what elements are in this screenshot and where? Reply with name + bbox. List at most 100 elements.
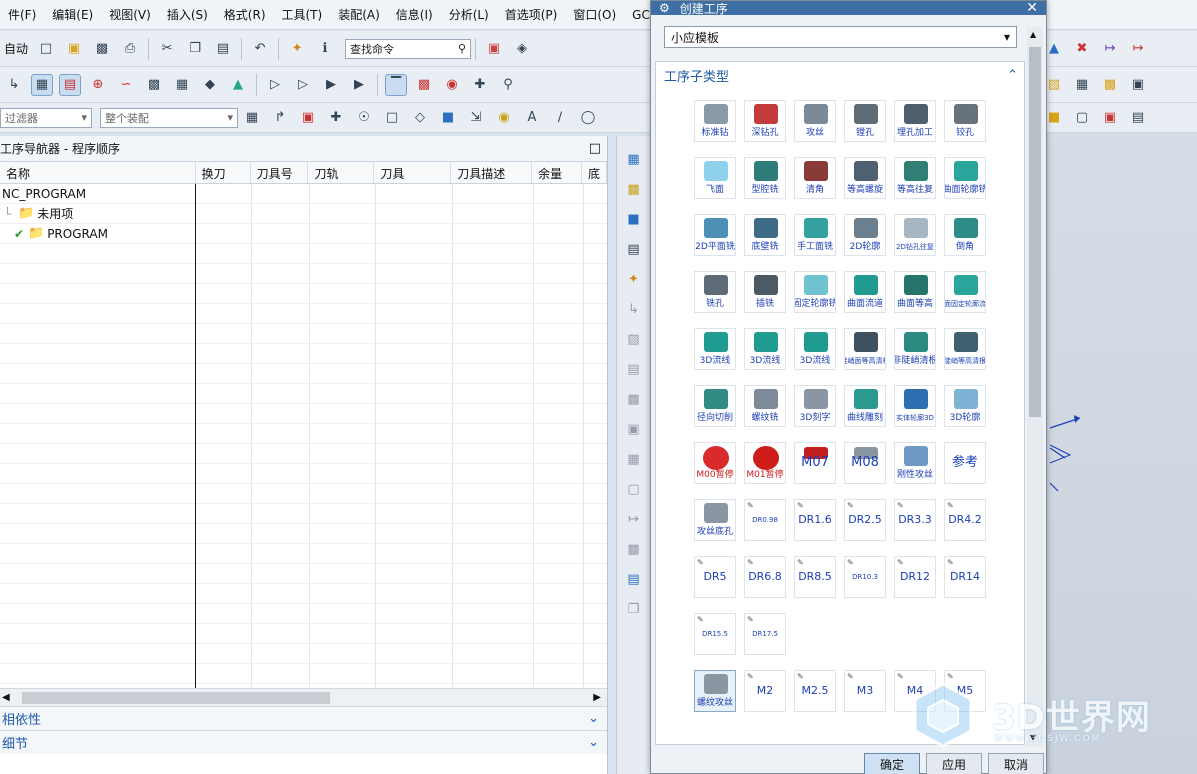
- assembly-dropdown[interactable]: 整个装配 ▾: [100, 107, 238, 128]
- column-header-name[interactable]: 名称: [0, 162, 196, 183]
- tool-tab-icon[interactable]: ▩: [623, 538, 645, 560]
- document-tab-icon[interactable]: ▤: [623, 568, 645, 590]
- operation-subtype-item[interactable]: 螺纹铣: [744, 385, 786, 427]
- operation-subtype-item[interactable]: ✎ DR5: [694, 556, 736, 598]
- operation-subtype-item[interactable]: ✎ DR4.2: [944, 499, 986, 541]
- edge-icon[interactable]: ⇲: [465, 107, 487, 129]
- operation-subtype-item[interactable]: ✎ DR15.5: [694, 613, 736, 655]
- menu-item[interactable]: 视图(V): [101, 6, 159, 23]
- paste-icon[interactable]: ▤: [212, 38, 234, 60]
- history-tab-icon[interactable]: ▤: [623, 238, 645, 260]
- menu-item[interactable]: 窗口(O): [565, 6, 624, 23]
- arrow-icon[interactable]: ↦: [1127, 38, 1149, 60]
- create-method-icon[interactable]: ▲: [227, 74, 249, 96]
- scrollbar-thumb[interactable]: [21, 691, 330, 704]
- menu-item[interactable]: 信息(I): [388, 6, 441, 23]
- chevron-up-icon[interactable]: ⌃: [1007, 68, 1018, 83]
- cube-icon[interactable]: ■: [437, 107, 459, 129]
- pattern-tab-icon[interactable]: ▢: [623, 478, 645, 500]
- line-icon[interactable]: ∕: [549, 107, 571, 129]
- operation-subtype-item[interactable]: ✎ DR1.6: [794, 499, 836, 541]
- menu-item[interactable]: 插入(S): [159, 6, 216, 23]
- web-tab-icon[interactable]: ▩: [623, 388, 645, 410]
- manufacturing-icon[interactable]: ↳: [3, 74, 25, 96]
- operation-subtype-item[interactable]: 曲面等高: [894, 271, 936, 313]
- dialog-vertical-scrollbar[interactable]: ▲ ▼: [1027, 27, 1043, 747]
- operation-subtype-item[interactable]: ✎ DR14: [944, 556, 986, 598]
- menu-item[interactable]: 格式(R): [216, 6, 274, 23]
- menu-item[interactable]: 件(F): [0, 6, 44, 23]
- new-file-icon[interactable]: □: [35, 38, 57, 60]
- circle-icon[interactable]: ◯: [577, 107, 599, 129]
- operation-subtype-item[interactable]: ✎ DR0.98: [744, 499, 786, 541]
- command-search-input[interactable]: 查找命令 ⚲: [345, 38, 472, 59]
- operation-subtype-item[interactable]: 曲面轮廓铣: [944, 157, 986, 199]
- column-header-tool[interactable]: 刀具: [374, 162, 452, 183]
- menu-item[interactable]: 编辑(E): [44, 6, 101, 23]
- fit-view-icon[interactable]: ▣: [483, 38, 505, 60]
- scroll-up-icon[interactable]: ▲: [1030, 30, 1036, 39]
- operation-subtype-item[interactable]: 曲线雕刻: [844, 385, 886, 427]
- tree-row-unused-items[interactable]: └ 📁 未用项: [0, 204, 607, 224]
- tree-row-program[interactable]: ✔ 📁 PROGRAM: [0, 224, 607, 244]
- scrollbar-thumb[interactable]: [1029, 47, 1041, 417]
- operation-subtype-item[interactable]: 非陡峭清根: [894, 328, 936, 370]
- open-folder-icon[interactable]: ▣: [63, 38, 85, 60]
- operation-subtype-item[interactable]: M08: [844, 442, 886, 484]
- operation-subtype-item[interactable]: 陡峭等高清根: [944, 328, 986, 370]
- program-order-view-icon[interactable]: ▦: [31, 73, 53, 96]
- point-icon[interactable]: ▣: [297, 107, 319, 129]
- horizontal-scrollbar[interactable]: ◀ ▶: [0, 688, 607, 706]
- operation-subtype-item[interactable]: 曲面固定轮廓流道: [944, 271, 986, 313]
- operation-subtype-item[interactable]: 攻丝: [794, 100, 836, 142]
- layer-icon[interactable]: ▤: [1127, 107, 1149, 129]
- info-icon[interactable]: ℹ: [314, 38, 336, 60]
- operation-subtype-item[interactable]: 2D钻孔往复: [894, 214, 936, 256]
- solid-icon[interactable]: ◇: [409, 107, 431, 129]
- operation-view-icon[interactable]: ▔: [385, 73, 407, 96]
- create-geometry-icon[interactable]: ◆: [199, 74, 221, 96]
- cross-icon[interactable]: ✚: [325, 107, 347, 129]
- scroll-right-icon[interactable]: ▶: [593, 692, 601, 703]
- generate-toolpath-icon[interactable]: ▷: [264, 74, 286, 96]
- start-menu[interactable]: 自动: [0, 40, 32, 57]
- copy-tab-icon[interactable]: ❐: [623, 598, 645, 620]
- column-header-toolpath[interactable]: 刀轨: [308, 162, 375, 183]
- print-icon[interactable]: ⎙: [119, 38, 141, 60]
- machine-tab-icon[interactable]: ↳: [623, 298, 645, 320]
- operation-subtype-item[interactable]: ✎ DR2.5: [844, 499, 886, 541]
- replay-toolpath-icon[interactable]: ▷: [292, 74, 314, 96]
- operation-subtype-item[interactable]: 2D轮廓: [844, 214, 886, 256]
- chart-icon[interactable]: ▩: [1099, 74, 1121, 96]
- operation-subtype-item[interactable]: 镗孔: [844, 100, 886, 142]
- frame-icon[interactable]: ▣: [1127, 74, 1149, 96]
- navigator-tab-icon[interactable]: ▦: [623, 148, 645, 170]
- menu-item[interactable]: 工具(T): [274, 6, 331, 23]
- operation-subtype-item[interactable]: ✎ DR3.3: [894, 499, 936, 541]
- copy-icon[interactable]: ❐: [184, 38, 206, 60]
- operation-subtype-item[interactable]: ✎ DR10.3: [844, 556, 886, 598]
- operation-subtype-item[interactable]: 刚性攻丝: [894, 442, 936, 484]
- select-feature-icon[interactable]: ▦: [241, 107, 263, 129]
- system-tab-icon[interactable]: ▤: [623, 358, 645, 380]
- verify-toolpath-icon[interactable]: ▶: [320, 74, 342, 96]
- operation-subtype-item[interactable]: 3D轮廓: [944, 385, 986, 427]
- column-header-tool-number[interactable]: 刀具号: [251, 162, 309, 183]
- column-header-stock[interactable]: 余量: [532, 162, 583, 183]
- operation-subtype-item[interactable]: 径向切削: [694, 385, 736, 427]
- operation-subtype-item[interactable]: M01暂停: [744, 442, 786, 484]
- palette-tab-icon[interactable]: ▣: [623, 418, 645, 440]
- operation-subtype-item[interactable]: M07: [794, 442, 836, 484]
- operation-subtype-item[interactable]: 倒角: [944, 214, 986, 256]
- roles-tab-icon[interactable]: ✦: [623, 268, 645, 290]
- operation-subtype-item[interactable]: 曲面流道: [844, 271, 886, 313]
- operation-subtype-item[interactable]: ✎ DR8.5: [794, 556, 836, 598]
- operation-subtype-item[interactable]: 等高螺旋: [844, 157, 886, 199]
- operation-subtype-item[interactable]: 攻丝底孔: [694, 499, 736, 541]
- add-icon[interactable]: ✚: [469, 74, 491, 96]
- operation-subtype-item[interactable]: 深钻孔: [744, 100, 786, 142]
- save-icon[interactable]: ▩: [91, 38, 113, 60]
- operation-subtype-item[interactable]: 手工面铣: [794, 214, 836, 256]
- operation-subtype-item[interactable]: 3D流线: [694, 328, 736, 370]
- postprocess-icon[interactable]: ▶: [348, 74, 370, 96]
